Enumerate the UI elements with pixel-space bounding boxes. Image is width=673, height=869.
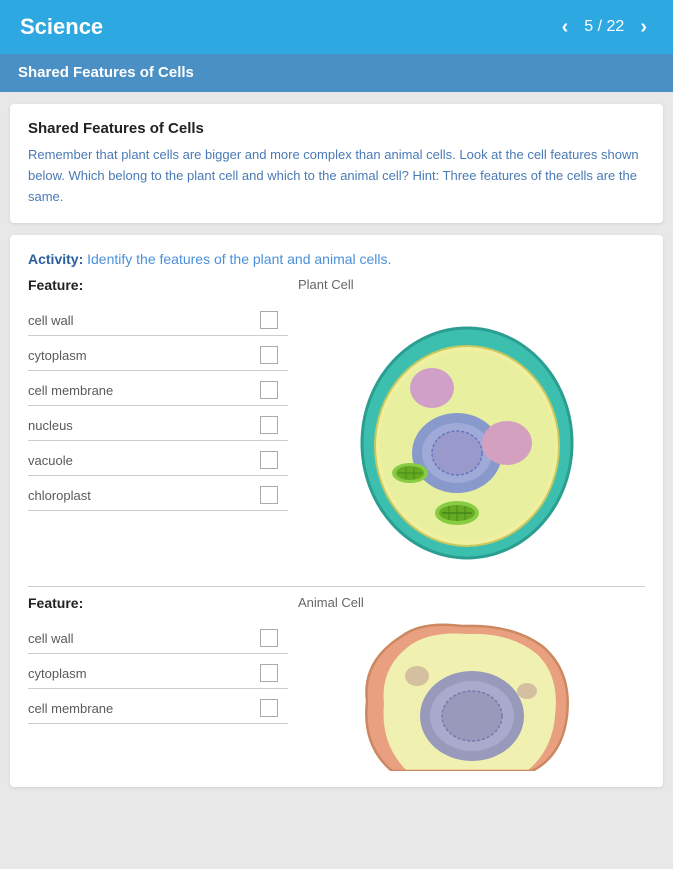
plant-cell-label: Plant Cell	[288, 277, 354, 292]
animal-cell-section: Feature: cell wall cytoplasm cell membra…	[28, 595, 645, 771]
plant-checkbox-cytoplasm[interactable]	[260, 346, 278, 364]
animal-checkbox-cell-membrane[interactable]	[260, 699, 278, 717]
activity-label: Activity: Identify the features of the p…	[28, 251, 645, 267]
info-card-title: Shared Features of Cells	[28, 120, 645, 137]
activity-bold-label: Activity:	[28, 251, 83, 267]
plant-cell-image-column: Plant Cell	[288, 277, 645, 578]
animal-feature-name-cell-membrane: cell membrane	[28, 701, 113, 716]
plant-feature-row-cell-wall: cell wall	[28, 301, 288, 336]
plant-checkbox-cell-wall[interactable]	[260, 311, 278, 329]
plant-checkbox-nucleus[interactable]	[260, 416, 278, 434]
plant-feature-row-vacuole: vacuole	[28, 441, 288, 476]
animal-feature-name-cell-wall: cell wall	[28, 631, 74, 646]
info-card-text: Remember that plant cells are bigger and…	[28, 145, 645, 207]
section-divider	[28, 586, 645, 587]
animal-cell-label: Animal Cell	[288, 595, 364, 610]
app-header: Science ‹ 5 / 22 ›	[0, 0, 673, 54]
plant-feature-row-cell-membrane: cell membrane	[28, 371, 288, 406]
plant-feature-name-cell-membrane: cell membrane	[28, 383, 113, 398]
activity-card: Activity: Identify the features of the p…	[10, 235, 663, 787]
prev-page-button[interactable]: ‹	[556, 16, 575, 39]
plant-checkbox-vacuole[interactable]	[260, 451, 278, 469]
plant-feature-name-vacuole: vacuole	[28, 453, 73, 468]
animal-feature-row-cell-membrane: cell membrane	[28, 689, 288, 724]
app-title: Science	[20, 14, 103, 40]
plant-features-column: Feature: cell wall cytoplasm cell membra…	[28, 277, 288, 578]
animal-checkbox-cytoplasm[interactable]	[260, 664, 278, 682]
page-navigation: ‹ 5 / 22 ›	[556, 16, 653, 39]
plant-checkbox-cell-membrane[interactable]	[260, 381, 278, 399]
animal-feature-name-cytoplasm: cytoplasm	[28, 666, 87, 681]
animal-checkbox-cell-wall[interactable]	[260, 629, 278, 647]
plant-feature-name-chloroplast: chloroplast	[28, 488, 91, 503]
plant-feature-name-nucleus: nucleus	[28, 418, 73, 433]
plant-feature-row-cytoplasm: cytoplasm	[28, 336, 288, 371]
section-title-bar: Shared Features of Cells	[0, 54, 673, 92]
animal-feature-header: Feature:	[28, 595, 288, 611]
plant-cell-illustration	[342, 298, 592, 578]
animal-feature-row-cell-wall: cell wall	[28, 619, 288, 654]
info-card: Shared Features of Cells Remember that p…	[10, 104, 663, 223]
animal-feature-row-cytoplasm: cytoplasm	[28, 654, 288, 689]
plant-feature-row-nucleus: nucleus	[28, 406, 288, 441]
page-indicator: 5 / 22	[584, 18, 624, 36]
activity-description: Identify the features of the plant and a…	[87, 251, 391, 267]
next-page-button[interactable]: ›	[634, 16, 653, 39]
animal-cell-illustration	[342, 616, 592, 771]
plant-feature-name-cytoplasm: cytoplasm	[28, 348, 87, 363]
animal-cell-image-column: Animal Cell	[288, 595, 645, 771]
plant-checkbox-chloroplast[interactable]	[260, 486, 278, 504]
animal-features-column: Feature: cell wall cytoplasm cell membra…	[28, 595, 288, 771]
section-title: Shared Features of Cells	[18, 64, 194, 81]
plant-cell-section: Feature: cell wall cytoplasm cell membra…	[28, 277, 645, 578]
plant-feature-name-cell-wall: cell wall	[28, 313, 74, 328]
plant-feature-row-chloroplast: chloroplast	[28, 476, 288, 511]
plant-feature-header: Feature:	[28, 277, 288, 293]
